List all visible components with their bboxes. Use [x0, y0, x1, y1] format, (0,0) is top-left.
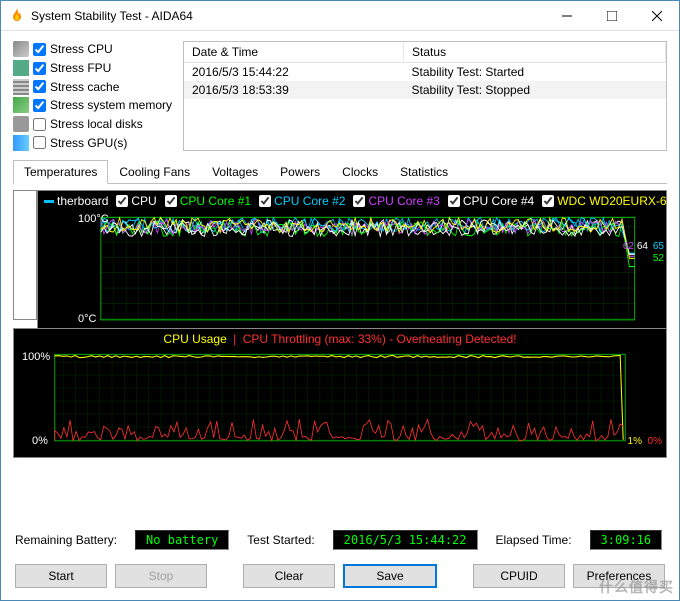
temp-legend: therboard CPU CPU Core #1 CPU Core #2 CP… [38, 191, 666, 211]
window-controls [544, 1, 679, 30]
temperature-chart: therboard CPU CPU Core #1 CPU Core #2 CP… [37, 190, 667, 340]
window-title: System Stability Test - AIDA64 [31, 9, 544, 23]
stress-cache-row: Stress cache [13, 78, 173, 95]
temp-chart-wrap: therboard CPU CPU Core #1 CPU Core #2 CP… [13, 190, 667, 320]
legend-core3[interactable]: CPU Core #3 [353, 194, 439, 208]
tab-temperatures[interactable]: Temperatures [13, 160, 108, 184]
stress-gpu-checkbox[interactable] [33, 136, 46, 149]
close-button[interactable] [634, 1, 679, 30]
stress-mem-checkbox[interactable] [33, 99, 46, 112]
legend-cpu[interactable]: CPU [116, 194, 156, 208]
charts: therboard CPU CPU Core #1 CPU Core #2 CP… [13, 190, 667, 520]
usage-title: CPU Usage [163, 332, 226, 346]
stress-fpu-row: Stress FPU [13, 60, 173, 77]
usage-chart-title: CPU Usage | CPU Throttling (max: 33%) - … [14, 329, 666, 349]
stop-button[interactable]: Stop [115, 564, 207, 588]
legend-core4[interactable]: CPU Core #4 [448, 194, 534, 208]
legend-core1[interactable]: CPU Core #1 [165, 194, 251, 208]
gpu-icon [13, 135, 29, 151]
stress-disk-row: Stress local disks [13, 116, 173, 133]
stress-cache-checkbox[interactable] [33, 80, 46, 93]
start-button[interactable]: Start [15, 564, 107, 588]
stress-cpu-checkbox[interactable] [33, 43, 46, 56]
temp-end-52: 52 [653, 253, 664, 264]
minimize-button[interactable] [544, 1, 589, 30]
tabs: Temperatures Cooling Fans Voltages Power… [13, 159, 667, 184]
fpu-icon [13, 60, 29, 76]
throttle-end: 0% [648, 436, 662, 447]
stress-fpu-label: Stress FPU [50, 61, 111, 75]
stress-mem-label: Stress system memory [50, 98, 172, 112]
log-header-datetime[interactable]: Date & Time [184, 42, 404, 63]
memory-icon [13, 97, 29, 113]
chart-side-selector[interactable] [13, 190, 37, 320]
stress-gpu-label: Stress GPU(s) [50, 136, 127, 150]
usage-chart-body: 100% 0% 1% 0% [14, 349, 666, 457]
stress-fpu-checkbox[interactable] [33, 62, 46, 75]
elapsed-label: Elapsed Time: [496, 533, 572, 547]
stress-mem-row: Stress system memory [13, 97, 173, 114]
battery-value: No battery [135, 530, 229, 550]
log-header-status[interactable]: Status [404, 42, 666, 63]
legend-motherboard[interactable]: therboard [44, 194, 108, 208]
app-icon [9, 8, 25, 24]
tab-statistics[interactable]: Statistics [389, 160, 459, 184]
clear-button[interactable]: Clear [243, 564, 335, 588]
stress-cpu-row: Stress CPU [13, 41, 173, 58]
tab-cooling-fans[interactable]: Cooling Fans [108, 160, 201, 184]
started-value: 2016/5/3 15:44:22 [333, 530, 478, 550]
log-table[interactable]: Date & TimeStatus 2016/5/3 15:44:22Stabi… [183, 41, 667, 151]
stress-cache-label: Stress cache [50, 80, 119, 94]
stress-disk-checkbox[interactable] [33, 118, 46, 131]
usage-end: 1% [628, 436, 642, 447]
temp-ymax: 100°C [78, 213, 109, 225]
started-label: Test Started: [247, 533, 314, 547]
button-row: Start Stop Clear Save CPUID Preferences [13, 560, 667, 592]
window: System Stability Test - AIDA64 Stress CP… [0, 0, 680, 601]
legend-core2[interactable]: CPU Core #2 [259, 194, 345, 208]
save-button[interactable]: Save [343, 564, 437, 588]
temp-ymin: 0°C [78, 313, 96, 325]
cache-icon [13, 79, 29, 95]
tab-powers[interactable]: Powers [269, 160, 331, 184]
usage-ymin: 0% [32, 435, 48, 447]
legend-wdc[interactable]: WDC WD20EURX-64H [542, 194, 666, 208]
cpuid-button[interactable]: CPUID [473, 564, 565, 588]
stress-options: Stress CPU Stress FPU Stress cache Stres… [13, 41, 173, 151]
elapsed-value: 3:09:16 [590, 530, 663, 550]
stress-gpu-row: Stress GPU(s) [13, 134, 173, 151]
swatch-icon [44, 200, 54, 203]
disk-icon [13, 116, 29, 132]
temp-end-65: 65 [653, 241, 664, 252]
stress-cpu-label: Stress CPU [50, 42, 113, 56]
temp-end-64: 64 [637, 241, 648, 252]
throttle-title: CPU Throttling (max: 33%) - Overheating … [243, 332, 517, 346]
log-row[interactable]: 2016/5/3 18:53:39Stability Test: Stopped [184, 81, 666, 99]
battery-label: Remaining Battery: [15, 533, 117, 547]
status-row: Remaining Battery: No battery Test Start… [13, 526, 667, 554]
watermark: 什么值得买 [599, 577, 674, 597]
temp-chart-svg [38, 211, 666, 339]
tab-voltages[interactable]: Voltages [201, 160, 269, 184]
usage-chart: CPU Usage | CPU Throttling (max: 33%) - … [13, 328, 667, 458]
usage-ymax: 100% [22, 351, 50, 363]
usage-chart-svg [14, 349, 666, 457]
temp-chart-body: 100°C 0°C 65 64 62 52 18:53:39 [38, 211, 666, 339]
cpu-icon [13, 41, 29, 57]
maximize-button[interactable] [589, 1, 634, 30]
content: Stress CPU Stress FPU Stress cache Stres… [1, 31, 679, 600]
titlebar[interactable]: System Stability Test - AIDA64 [1, 1, 679, 31]
top-row: Stress CPU Stress FPU Stress cache Stres… [13, 41, 667, 151]
stress-disk-label: Stress local disks [50, 117, 143, 131]
temp-end-62: 62 [623, 241, 634, 252]
log-row[interactable]: 2016/5/3 15:44:22Stability Test: Started [184, 63, 666, 82]
tab-clocks[interactable]: Clocks [331, 160, 389, 184]
